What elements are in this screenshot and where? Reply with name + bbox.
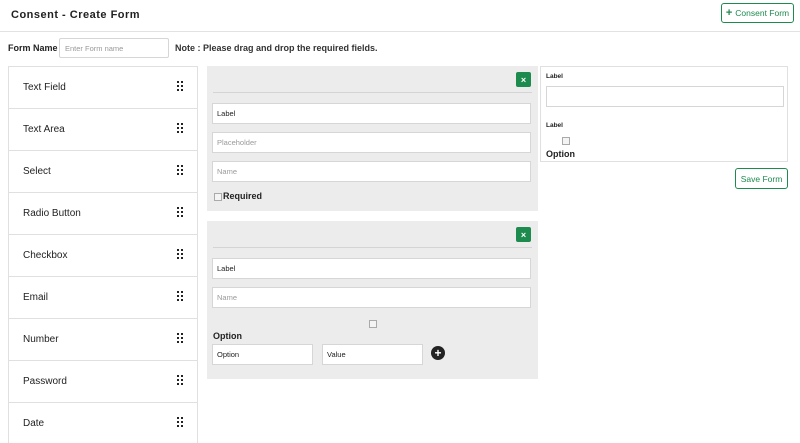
- page-header: Consent - Create Form + Consent Form: [0, 0, 800, 32]
- drag-handle-icon[interactable]: [177, 165, 185, 175]
- field-item-select[interactable]: Select: [9, 151, 197, 193]
- name-input[interactable]: [212, 161, 531, 182]
- label-input[interactable]: [212, 103, 531, 124]
- save-form-button[interactable]: Save Form: [735, 168, 788, 189]
- field-item-label: Date: [23, 418, 45, 429]
- preview-option-label: Option: [546, 149, 575, 159]
- drag-handle-icon[interactable]: [177, 417, 185, 427]
- drag-handle-icon[interactable]: [177, 249, 185, 259]
- delete-field-button[interactable]: ×: [516, 227, 531, 242]
- label-input[interactable]: [212, 258, 531, 279]
- drag-handle-icon[interactable]: [177, 207, 185, 217]
- close-icon: ×: [520, 74, 527, 85]
- field-type-list: Text Field Text Area Select Radio Button…: [8, 66, 198, 443]
- name-input[interactable]: [212, 287, 531, 308]
- drag-handle-icon[interactable]: [177, 123, 185, 133]
- form-name-label: Form Name :: [8, 43, 64, 53]
- field-item-label: Number: [23, 334, 59, 345]
- field-item-label: Email: [23, 292, 49, 303]
- add-option-icon[interactable]: +: [431, 346, 445, 360]
- field-item-checkbox[interactable]: Checkbox: [9, 235, 197, 277]
- required-label: Required: [223, 191, 263, 201]
- drag-handle-icon[interactable]: [177, 333, 185, 343]
- field-item-label: Radio Button: [23, 208, 81, 219]
- drag-handle-icon[interactable]: [177, 291, 185, 301]
- form-preview: Label Label Option: [540, 66, 788, 162]
- text-field-config-panel: × Required: [207, 66, 538, 211]
- option-value-input[interactable]: [322, 344, 423, 365]
- field-item-label: Select: [23, 166, 51, 177]
- field-item-password[interactable]: Password: [9, 361, 197, 403]
- placeholder-input[interactable]: [212, 132, 531, 153]
- close-icon: ×: [520, 229, 527, 240]
- field-item-email[interactable]: Email: [9, 277, 197, 319]
- delete-field-button[interactable]: ×: [516, 72, 531, 87]
- preview-text-field-input[interactable]: [546, 86, 784, 107]
- consent-form-button-label: Consent Form: [735, 8, 790, 18]
- preview-option-checkbox[interactable]: [562, 137, 570, 145]
- option-heading: Option: [213, 331, 242, 341]
- page-title: Consent - Create Form: [11, 9, 141, 21]
- option-checkbox[interactable]: [369, 320, 377, 328]
- field-item-label: Password: [23, 376, 67, 387]
- required-checkbox[interactable]: [214, 193, 222, 201]
- panel-divider: [213, 92, 532, 93]
- field-item-text-area[interactable]: Text Area: [9, 109, 197, 151]
- field-item-number[interactable]: Number: [9, 319, 197, 361]
- field-item-label: Text Area: [23, 124, 65, 135]
- field-item-date[interactable]: Date: [9, 403, 197, 443]
- drag-handle-icon[interactable]: [177, 375, 185, 385]
- drag-handle-icon[interactable]: [177, 81, 185, 91]
- preview-checkbox-label: Label: [546, 122, 563, 129]
- checkbox-config-panel: × Option +: [207, 221, 538, 379]
- option-label-input[interactable]: [212, 344, 313, 365]
- drag-drop-note: Note : Please drag and drop the required…: [175, 43, 378, 53]
- form-name-input[interactable]: [59, 38, 169, 58]
- plus-icon: +: [725, 6, 733, 19]
- preview-text-field-label: Label: [546, 73, 563, 80]
- field-item-radio-button[interactable]: Radio Button: [9, 193, 197, 235]
- field-item-text-field[interactable]: Text Field: [9, 67, 197, 109]
- consent-form-button[interactable]: + Consent Form: [721, 3, 794, 23]
- panel-divider: [213, 247, 532, 248]
- field-item-label: Text Field: [23, 82, 66, 93]
- field-item-label: Checkbox: [23, 250, 68, 261]
